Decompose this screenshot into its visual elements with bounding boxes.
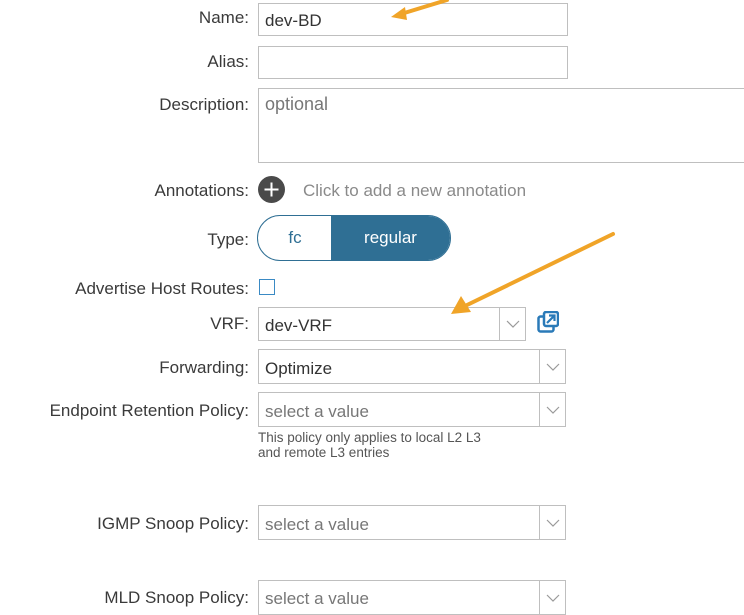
name-input[interactable]: dev-BD: [258, 3, 568, 36]
endpoint-retention-note-line-1: This policy only applies to local L2 L3: [258, 430, 481, 445]
forwarding-select[interactable]: Optimize: [258, 349, 566, 384]
plus-circle-icon: [258, 176, 285, 203]
vrf-select[interactable]: dev-VRF: [258, 307, 526, 341]
endpoint-retention-policy-dropdown-button[interactable]: [539, 393, 565, 426]
external-link-icon: [537, 310, 560, 333]
igmp-snoop-policy-placeholder: select a value: [265, 515, 369, 534]
mld-snoop-policy-placeholder: select a value: [265, 589, 369, 608]
endpoint-retention-policy-label: Endpoint Retention Policy:: [49, 401, 249, 420]
forwarding-value: Optimize: [265, 359, 333, 378]
type-label: Type:: [207, 230, 249, 249]
chevron-down-icon: [546, 363, 560, 371]
igmp-snoop-policy-dropdown-button[interactable]: [539, 506, 565, 539]
vrf-open-button[interactable]: [537, 310, 560, 333]
alias-input[interactable]: [258, 46, 568, 79]
vrf-dropdown-button[interactable]: [499, 308, 525, 340]
type-option-fc[interactable]: fc: [258, 216, 332, 260]
description-textarea[interactable]: optional: [258, 88, 744, 163]
endpoint-retention-policy-select[interactable]: select a value: [258, 392, 566, 427]
mld-snoop-policy-label: MLD Snoop Policy:: [104, 588, 249, 607]
igmp-snoop-policy-label: IGMP Snoop Policy:: [97, 514, 249, 533]
description-placeholder: optional: [265, 94, 329, 114]
alias-label: Alias:: [207, 52, 249, 71]
mld-snoop-policy-select[interactable]: select a value: [258, 580, 566, 615]
chevron-down-icon: [546, 406, 560, 414]
name-label: Name:: [198, 8, 249, 27]
forwarding-dropdown-button[interactable]: [539, 350, 565, 383]
mld-snoop-policy-dropdown-button[interactable]: [539, 581, 565, 614]
advertise-host-routes-checkbox[interactable]: [259, 279, 275, 295]
annotations-label: Annotations:: [154, 181, 249, 200]
vrf-label: VRF:: [210, 314, 249, 333]
type-option-regular[interactable]: regular: [331, 216, 450, 260]
forwarding-label: Forwarding:: [159, 358, 249, 377]
igmp-snoop-policy-select[interactable]: select a value: [258, 505, 566, 540]
description-label: Description:: [159, 95, 249, 114]
chevron-down-icon: [506, 320, 520, 328]
add-annotation-button[interactable]: [258, 176, 285, 203]
vrf-value: dev-VRF: [265, 316, 333, 335]
type-toggle: fc regular: [257, 215, 451, 261]
endpoint-retention-note-line-2: and remote L3 entries: [258, 445, 390, 460]
name-value: dev-BD: [265, 11, 322, 30]
chevron-down-icon: [546, 594, 560, 602]
chevron-down-icon: [546, 519, 560, 527]
advertise-host-routes-label: Advertise Host Routes:: [75, 279, 249, 298]
endpoint-retention-policy-placeholder: select a value: [265, 402, 369, 421]
endpoint-retention-policy-note: This policy only applies to local L2 L3 …: [258, 430, 481, 460]
add-annotation-hint[interactable]: Click to add a new annotation: [303, 181, 526, 201]
